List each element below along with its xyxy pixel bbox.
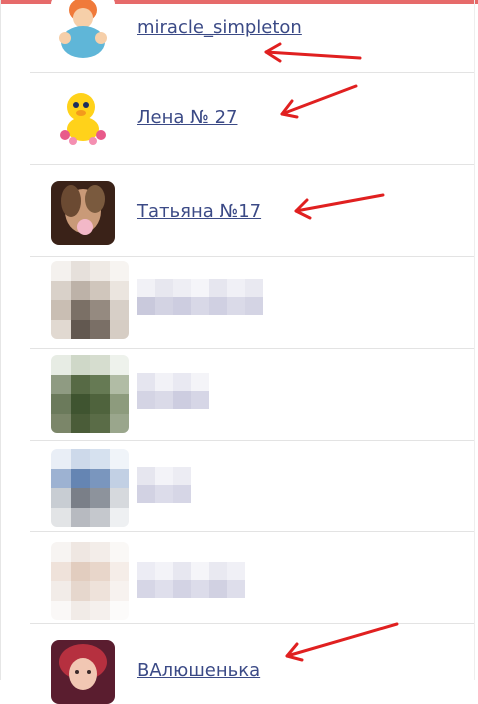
arrow-icon	[264, 42, 362, 63]
arrow-annotations	[264, 42, 399, 662]
arrow-icon	[285, 622, 399, 662]
arrow-icon	[280, 84, 358, 119]
arrow-icon	[294, 193, 385, 220]
